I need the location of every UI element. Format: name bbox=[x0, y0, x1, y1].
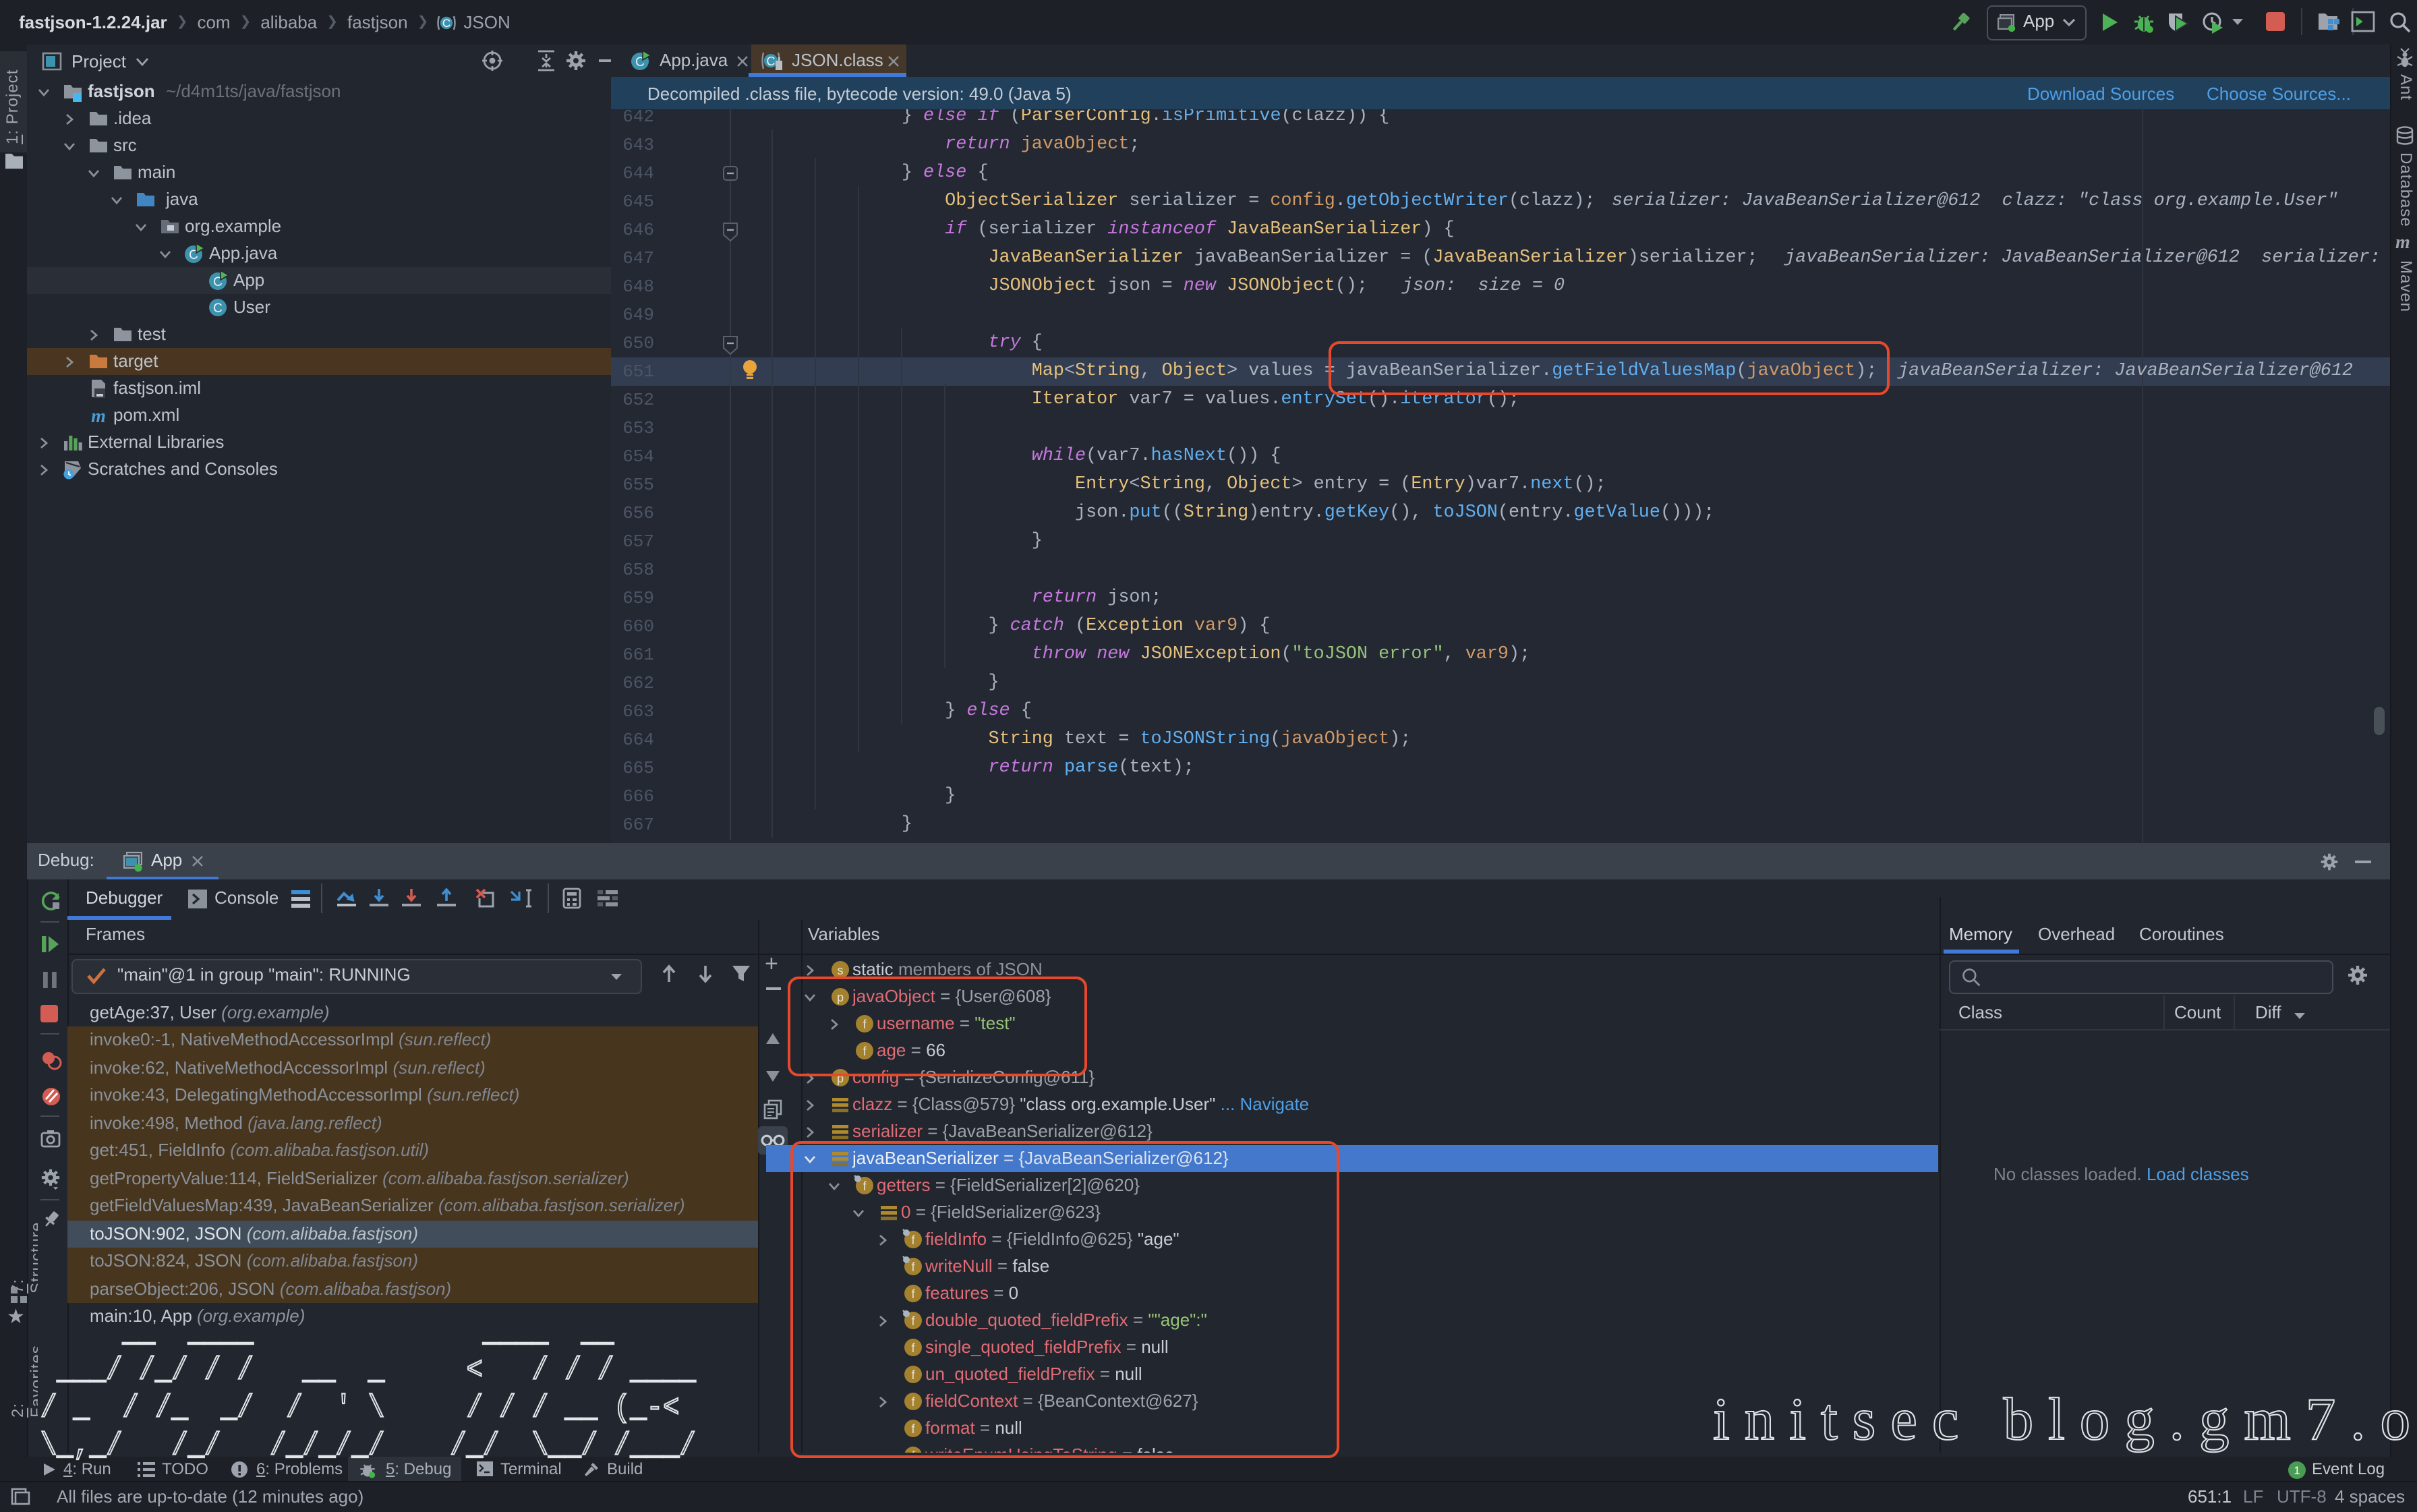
svg-text:1: 1 bbox=[2294, 1463, 2300, 1476]
svg-text:C: C bbox=[442, 16, 450, 29]
svg-text:m: m bbox=[91, 405, 106, 426]
svg-text:s: s bbox=[838, 964, 844, 977]
svg-text:C: C bbox=[767, 55, 776, 68]
svg-text:C: C bbox=[213, 301, 223, 315]
